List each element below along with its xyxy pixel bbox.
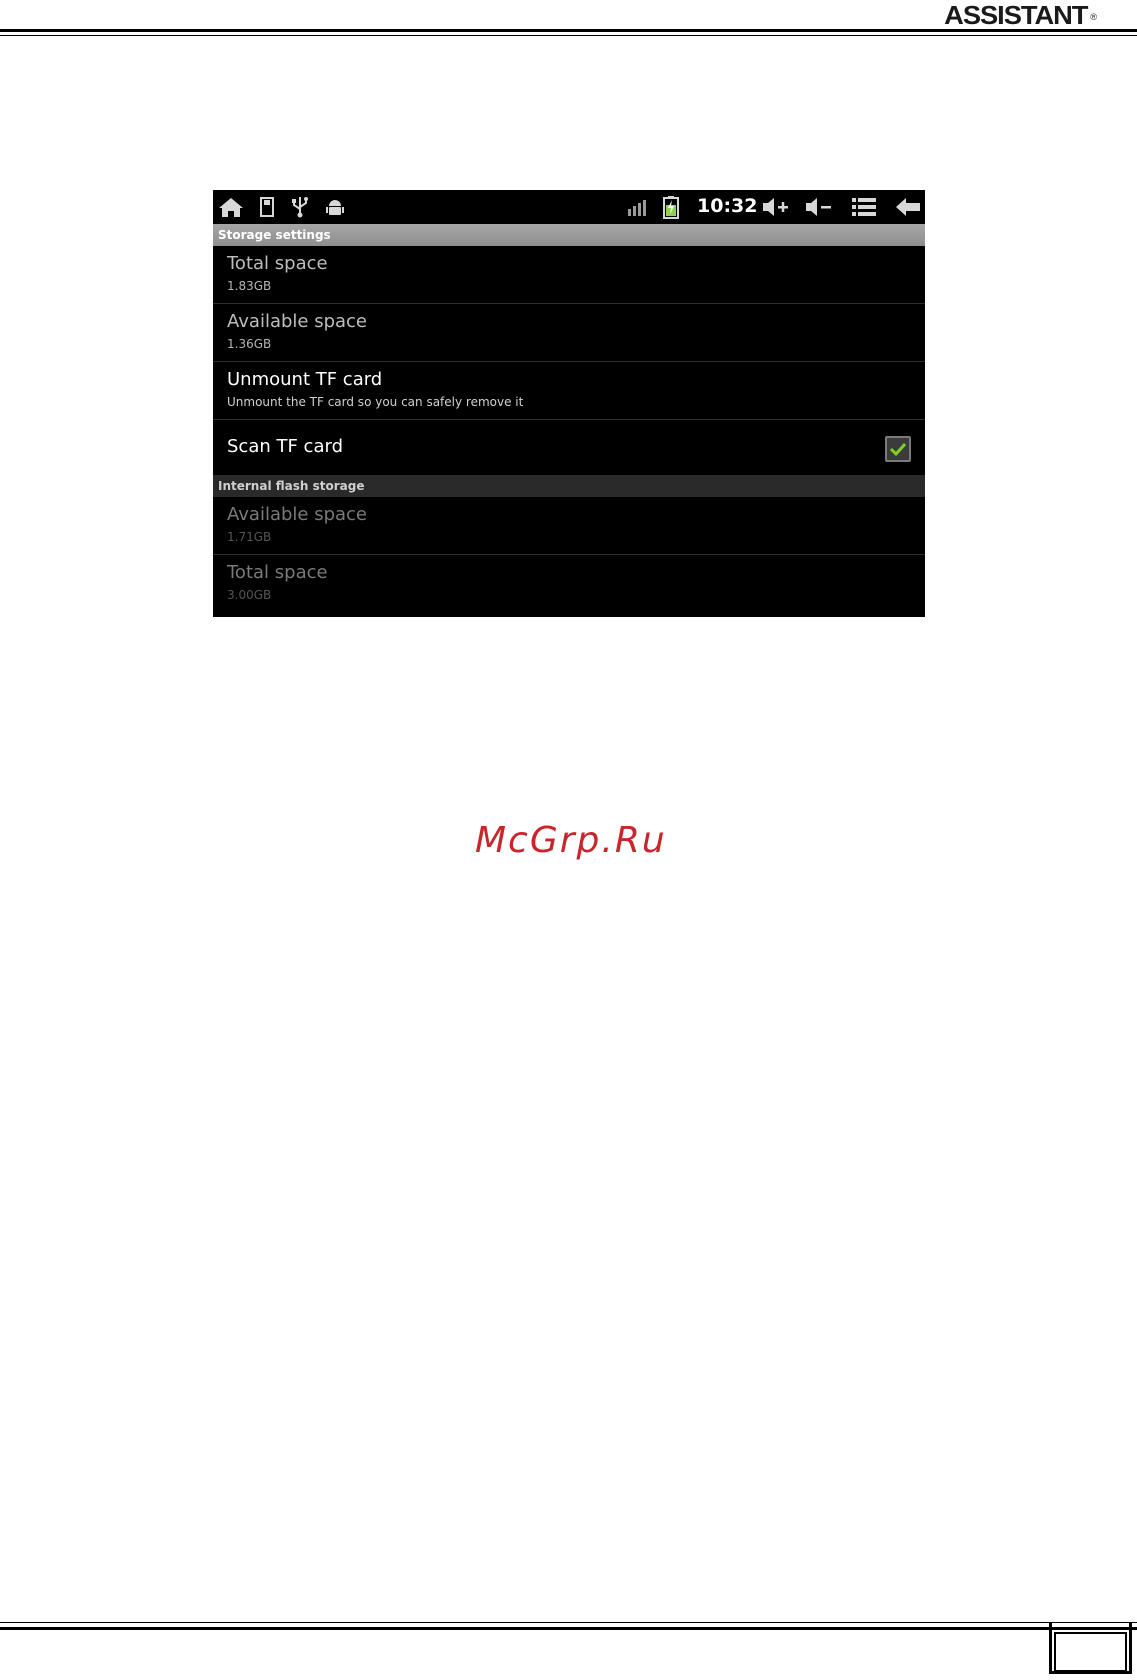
scan-tf-card-checkbox[interactable]: [885, 436, 911, 462]
list-item-title: Total space: [227, 562, 328, 583]
checkmark-icon: [889, 442, 907, 457]
battery-charging-icon: [661, 194, 681, 220]
list-item-value: 3.00GB: [227, 588, 272, 602]
list-item-internal-available-space: Available space 1.71GB: [213, 497, 925, 555]
footer-rule: [0, 1627, 1137, 1630]
usb-icon: [290, 194, 310, 220]
status-bar: 10:32: [213, 190, 925, 224]
volume-down-icon[interactable]: [804, 194, 834, 220]
clock-time: 10:32: [697, 195, 758, 217]
signal-icon: [627, 194, 649, 220]
android-debug-icon: [324, 194, 346, 220]
section-header-internal-flash-storage: Internal flash storage: [213, 475, 925, 497]
watermark-text: McGrp.Ru: [475, 820, 667, 861]
list-item-unmount-tf-card[interactable]: Unmount TF card Unmount the TF card so y…: [213, 362, 925, 420]
menu-icon[interactable]: [850, 194, 878, 220]
list-item-summary: Unmount the TF card so you can safely re…: [227, 395, 524, 409]
page-number-box-inner: [1054, 1632, 1127, 1672]
list-item-value: 1.36GB: [227, 337, 272, 351]
list-item-total-space: Total space 1.83GB: [213, 246, 925, 304]
brand-logo: ASSISTANT: [943, 0, 1088, 30]
list-item-title: Available space: [227, 504, 368, 525]
list-item-value: 1.83GB: [227, 279, 272, 293]
section-header-storage-settings: Storage settings: [213, 224, 925, 246]
sd-card-icon: [257, 194, 277, 220]
list-item-scan-tf-card[interactable]: Scan TF card: [213, 420, 925, 475]
device-screenshot: 10:32 Storage settings Total space 1.83G…: [213, 190, 925, 617]
list-item-title: Available space: [227, 311, 368, 332]
back-icon[interactable]: [894, 194, 922, 220]
list-item-title: Scan TF card: [227, 436, 343, 457]
list-item-title: Total space: [227, 253, 328, 274]
header-rule: [0, 29, 1137, 32]
list-item-internal-total-space: Total space 3.00GB: [213, 555, 925, 617]
home-icon[interactable]: [217, 194, 245, 220]
registered-mark: ®: [1090, 12, 1097, 22]
volume-up-icon[interactable]: [761, 194, 791, 220]
footer-rule-thin: [0, 1622, 1137, 1623]
list-item-title: Unmount TF card: [227, 369, 383, 390]
list-item-available-space: Available space 1.36GB: [213, 304, 925, 362]
header-rule-thin: [0, 35, 1137, 36]
list-item-value: 1.71GB: [227, 530, 272, 544]
